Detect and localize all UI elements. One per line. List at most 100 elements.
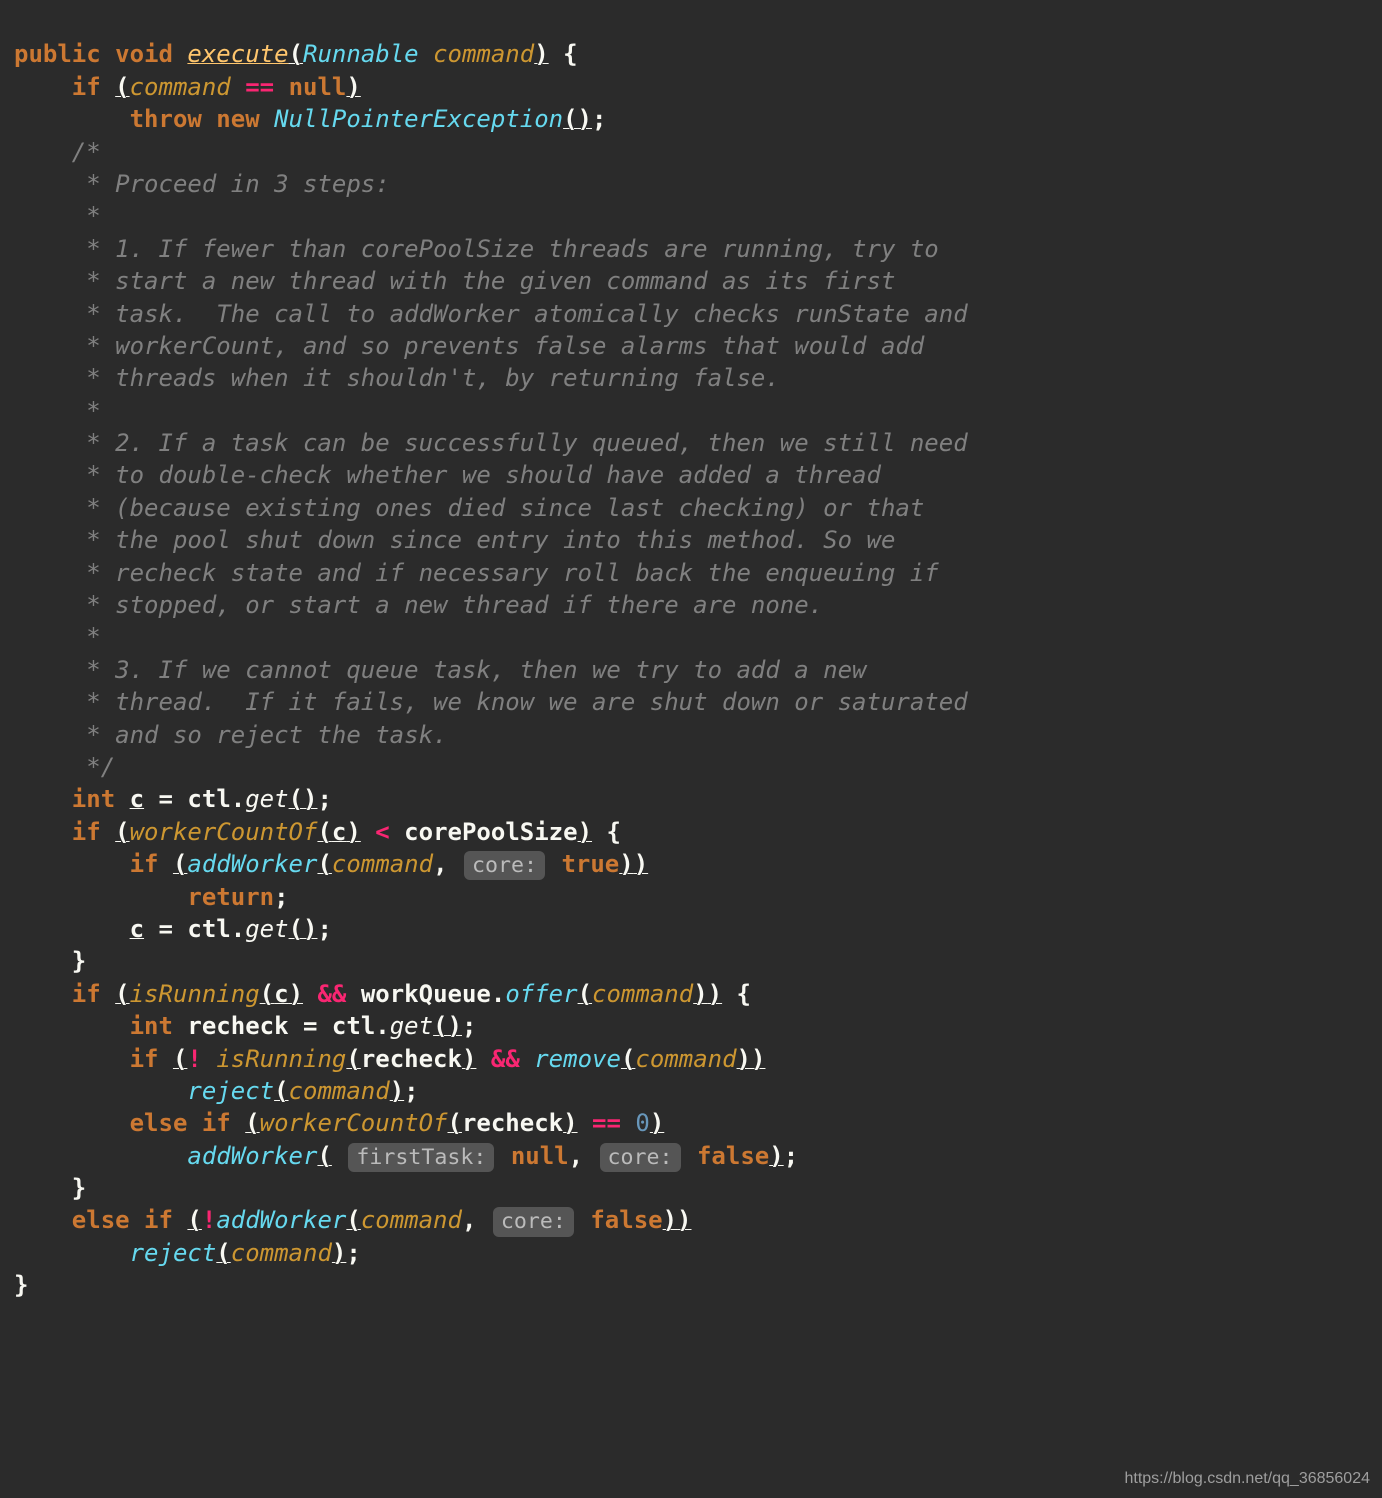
keyword-elseif: else if	[130, 1109, 231, 1137]
comma: ,	[569, 1142, 583, 1170]
semicolon: ;	[784, 1142, 798, 1170]
call-isRunning: isRunning	[130, 980, 260, 1008]
eq: =	[159, 785, 173, 813]
comment-line: * 2. If a task can be successfully queue…	[14, 429, 968, 457]
comment-line: * recheck state and if necessary roll ba…	[14, 559, 939, 587]
code-line: c = ctl.get();	[14, 915, 332, 943]
hint-core: core:	[600, 1143, 681, 1172]
type-npe: NullPointerException	[274, 105, 563, 133]
open-paren: (	[289, 40, 303, 68]
code-line: int recheck = ctl.get();	[14, 1012, 476, 1040]
open-paren: (	[317, 1142, 331, 1170]
var-c: c	[130, 915, 144, 943]
semicolon: ;	[592, 105, 606, 133]
code-editor[interactable]: public void execute(Runnable command) { …	[0, 0, 1382, 1342]
code-line: addWorker( firstTask: null, core: false)…	[14, 1142, 798, 1170]
open-paren: (	[563, 105, 577, 133]
close-brace: }	[72, 947, 86, 975]
code-line: if (workerCountOf(c) < corePoolSize) {	[14, 818, 621, 846]
code-line: reject(command);	[14, 1239, 361, 1267]
call-get: get	[390, 1012, 433, 1040]
open-paren: (	[115, 980, 129, 1008]
code-line: else if (workerCountOf(recheck) == 0)	[14, 1109, 664, 1137]
close-paren: )	[619, 850, 633, 878]
dot: .	[231, 915, 245, 943]
comment-line: * stopped, or start a new thread if ther…	[14, 591, 823, 619]
comment-line: *	[14, 623, 101, 651]
close-brace: }	[14, 1271, 28, 1299]
close-paren: )	[346, 73, 360, 101]
close-paren: )	[650, 1109, 664, 1137]
code-line: if (isRunning(c) && workQueue.offer(comm…	[14, 980, 751, 1008]
keyword-new: new	[216, 105, 259, 133]
semicolon: ;	[274, 883, 288, 911]
open-paren: (	[317, 818, 331, 846]
comment-line: * (because existing ones died since last…	[14, 494, 924, 522]
type-runnable: Runnable	[303, 40, 419, 68]
call-offer: offer	[505, 980, 577, 1008]
var-recheck: recheck	[187, 1012, 288, 1040]
close-paren: )	[448, 1012, 462, 1040]
call-get: get	[245, 915, 288, 943]
open-paren: (	[346, 1045, 360, 1073]
hint-core: core:	[493, 1207, 574, 1236]
keyword-elseif: else if	[72, 1206, 173, 1234]
comma: ,	[462, 1206, 476, 1234]
op-eqeq: ==	[245, 73, 274, 101]
comma: ,	[433, 850, 447, 878]
comment-line: *	[14, 397, 101, 425]
code-line: public void execute(Runnable command) {	[14, 40, 578, 68]
arg-command: command	[635, 1045, 736, 1073]
arg-command: command	[332, 850, 433, 878]
comment-line: * task. The call to addWorker atomically…	[14, 300, 968, 328]
keyword-int: int	[130, 1012, 173, 1040]
close-paren: )	[332, 1239, 346, 1267]
keyword-if: if	[130, 850, 159, 878]
comment-line: * and so reject the task.	[14, 721, 447, 749]
op-andand: &&	[491, 1045, 520, 1073]
close-paren: )	[390, 1077, 404, 1105]
close-paren: )	[693, 980, 707, 1008]
dot: .	[491, 980, 505, 1008]
field-corePoolSize: corePoolSize	[404, 818, 577, 846]
comment-line: /*	[14, 138, 101, 166]
open-paren: (	[245, 1109, 259, 1137]
op-eqeq: ==	[592, 1109, 621, 1137]
hint-core: core:	[464, 851, 545, 880]
code-line: if (! isRunning(recheck) && remove(comma…	[14, 1045, 765, 1073]
comment-line: * 1. If fewer than corePoolSize threads …	[14, 235, 939, 263]
call-workerCountOf: workerCountOf	[130, 818, 318, 846]
op-bang: !	[202, 1206, 216, 1234]
comment-line: * threads when it shouldn't, by returnin…	[14, 364, 780, 392]
code-line: throw new NullPointerException();	[14, 105, 606, 133]
close-paren: )	[578, 105, 592, 133]
close-paren: )	[663, 1206, 677, 1234]
keyword-int: int	[72, 785, 115, 813]
semicolon: ;	[318, 785, 332, 813]
comment-line: *	[14, 202, 101, 230]
call-isRunning: isRunning	[216, 1045, 346, 1073]
call-addWorker: addWorker	[216, 1206, 346, 1234]
arg-command: command	[289, 1077, 390, 1105]
comment-line: * to double-check whether we should have…	[14, 461, 881, 489]
keyword-return: return	[187, 883, 274, 911]
open-paren: (	[346, 1206, 360, 1234]
open-paren: (	[216, 1239, 230, 1267]
open-paren: (	[289, 785, 303, 813]
keyword-false: false	[697, 1142, 769, 1170]
open-paren: (	[274, 1077, 288, 1105]
code-line: }	[14, 947, 86, 975]
close-paren: )	[737, 1045, 751, 1073]
close-paren: )	[634, 850, 648, 878]
close-paren: )	[534, 40, 548, 68]
param-command: command	[130, 73, 231, 101]
comment-line: * workerCount, and so prevents false ala…	[14, 332, 924, 360]
op-bang: !	[187, 1045, 201, 1073]
keyword-if: if	[130, 1045, 159, 1073]
keyword-null: null	[511, 1142, 569, 1170]
open-paren: (	[448, 1109, 462, 1137]
arg-recheck: recheck	[361, 1045, 462, 1073]
code-line: else if (!addWorker(command, core: false…	[14, 1206, 692, 1234]
arg-command: command	[592, 980, 693, 1008]
call-reject: reject	[130, 1239, 217, 1267]
